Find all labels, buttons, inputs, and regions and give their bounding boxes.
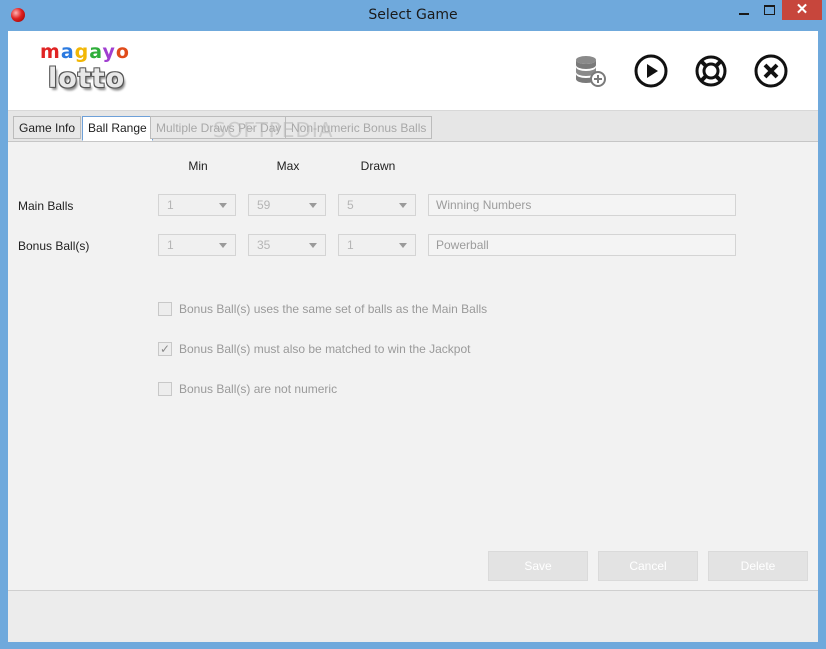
logo-letter: o [115, 41, 130, 63]
not-numeric-checkbox[interactable] [158, 382, 172, 396]
database-add-icon[interactable] [572, 53, 608, 89]
main-min-select[interactable]: 1 [158, 194, 236, 216]
minimize-button[interactable] [731, 0, 757, 20]
same-set-checkbox[interactable] [158, 302, 172, 316]
maximize-button[interactable] [757, 0, 782, 20]
lifebuoy-icon[interactable] [693, 53, 729, 89]
main-drawn-select[interactable]: 5 [338, 194, 416, 216]
bonus-max-value: 35 [257, 238, 271, 252]
title-bar[interactable]: Select Game ✕ [0, 0, 826, 31]
cancel-button[interactable]: Cancel [598, 551, 698, 581]
logo-top-text: magayo [40, 41, 130, 63]
tab-ball-range[interactable]: Ball Range [82, 116, 153, 141]
close-icon: ✕ [795, 1, 809, 18]
bonus-balls-label: Bonus Ball(s) [18, 239, 90, 253]
must-match-label: Bonus Ball(s) must also be matched to wi… [179, 342, 471, 356]
save-button[interactable]: Save [488, 551, 588, 581]
tab-game-info[interactable]: Game Info [13, 116, 82, 139]
logo-letter: y [102, 41, 116, 63]
main-balls-name-field[interactable]: Winning Numbers [428, 194, 736, 216]
main-max-value: 59 [257, 198, 271, 212]
tab-strip: Game Info Ball Range Multiple Draws Per … [8, 111, 818, 142]
main-max-select[interactable]: 59 [248, 194, 326, 216]
client-area: magayo lotto Game Info Ball Range Multip… [8, 31, 818, 642]
bonus-min-value: 1 [167, 238, 174, 252]
status-footer [8, 590, 818, 642]
close-window-button[interactable]: ✕ [782, 0, 822, 20]
play-icon[interactable] [633, 53, 669, 89]
logo-bottom-text: lotto [48, 63, 126, 94]
chevron-down-icon [399, 203, 407, 208]
chevron-down-icon [219, 243, 227, 248]
chevron-down-icon [219, 203, 227, 208]
bonus-min-select[interactable]: 1 [158, 234, 236, 256]
bonus-drawn-value: 1 [347, 238, 354, 252]
bonus-drawn-select[interactable]: 1 [338, 234, 416, 256]
header: magayo lotto [8, 31, 818, 111]
must-match-checkbox[interactable]: ✓ [158, 342, 172, 356]
same-set-label: Bonus Ball(s) uses the same set of balls… [179, 302, 488, 316]
not-numeric-label: Bonus Ball(s) are not numeric [179, 382, 338, 396]
magayo-lotto-logo: magayo lotto [38, 39, 138, 101]
column-header-drawn: Drawn [360, 159, 396, 173]
delete-button[interactable]: Delete [708, 551, 808, 581]
logo-letter: a [89, 41, 103, 63]
main-min-value: 1 [167, 198, 174, 212]
main-drawn-value: 5 [347, 198, 354, 212]
close-circle-icon[interactable] [753, 53, 789, 89]
logo-letter: a [60, 41, 75, 63]
bonus-max-select[interactable]: 35 [248, 234, 326, 256]
tab-multiple-draws-per-day[interactable]: Multiple Draws Per Day [150, 116, 288, 139]
bonus-balls-name-field[interactable]: Powerball [428, 234, 736, 256]
chevron-down-icon [399, 243, 407, 248]
column-header-min: Min [188, 159, 208, 173]
select-game-window: Select Game ✕ magayo lotto Game Info Bal… [0, 0, 826, 649]
chevron-down-icon [309, 203, 317, 208]
window-title: Select Game [368, 7, 458, 23]
main-balls-label: Main Balls [18, 199, 74, 213]
logo-letter: m [40, 41, 61, 63]
chevron-down-icon [309, 243, 317, 248]
column-header-max: Max [276, 159, 300, 173]
logo-letter: g [74, 41, 90, 63]
tab-non-numeric-bonus-balls[interactable]: Non-numeric Bonus Balls [285, 116, 433, 139]
